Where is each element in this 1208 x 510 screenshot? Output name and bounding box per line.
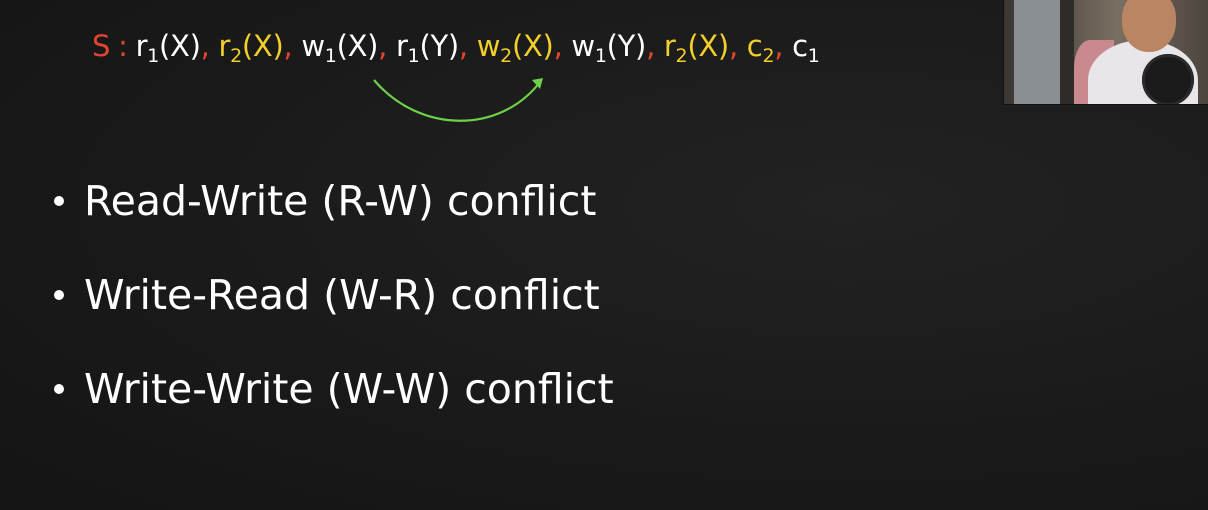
op-argument: (Y) (606, 29, 647, 63)
op-symbol: r (218, 29, 231, 63)
schedule-op-w2: w2(X) (476, 29, 554, 66)
op-symbol: w (571, 29, 595, 63)
list-item-text: Write-Write (W-W) conflict (84, 365, 614, 413)
schedule-separator: , (774, 29, 784, 63)
arrow-head (532, 78, 543, 89)
bullet-dot-icon (54, 196, 64, 206)
webcam-background-shelf (1014, 0, 1060, 104)
op-argument: (X) (159, 29, 201, 63)
webcam-overlay (1003, 0, 1208, 105)
schedule-op-r1: r1(X) (135, 29, 201, 66)
op-argument: (Y) (419, 29, 459, 63)
op-symbol: c (746, 29, 763, 63)
schedule-separator: , (646, 29, 655, 63)
bullet-dot-icon (54, 290, 64, 300)
list-item-text: Write-Read (W-R) conflict (84, 271, 600, 319)
op-argument: (X) (511, 29, 554, 63)
schedule-op-c2: c2 (746, 29, 775, 66)
op-symbol: r (396, 29, 408, 63)
schedule-op-r2: r2(X) (663, 29, 729, 66)
conflict-list: Read-Write (R-W) conflict Write-Read (W-… (52, 170, 614, 452)
op-symbol: w (301, 29, 325, 63)
schedule-op-r1: r1(Y) (396, 29, 459, 66)
schedule-separator: , (728, 29, 738, 63)
op-symbol: r (663, 29, 676, 63)
schedule-colon: : (118, 29, 128, 63)
op-subscript: 2 (230, 45, 242, 67)
list-item: Read-Write (R-W) conflict (52, 170, 614, 264)
schedule-separator: , (553, 29, 563, 63)
op-subscript: 1 (324, 45, 337, 67)
op-subscript: 1 (594, 45, 607, 67)
schedule-op-w1: w1(Y) (571, 29, 647, 66)
schedule-operations: r1(X), r2(X), w1(X), r1(Y), w2(X), w1(Y)… (135, 29, 820, 66)
curved-arrow-icon (373, 78, 543, 122)
slide: S: r1(X), r2(X), w1(X), r1(Y), w2(X), w1(… (0, 0, 1208, 510)
schedule-separator: , (378, 29, 388, 63)
op-argument: (X) (336, 29, 379, 63)
schedule-separator: , (200, 29, 210, 63)
schedule-expression: S: r1(X), r2(X), w1(X), r1(Y), w2(X), w1(… (92, 26, 820, 66)
schedule-op-r2: r2(X) (218, 29, 284, 66)
op-argument: (X) (241, 29, 284, 63)
list-item-text: Read-Write (R-W) conflict (84, 177, 597, 225)
op-subscript: 1 (807, 45, 820, 67)
op-subscript: 2 (500, 45, 512, 67)
op-subscript: 2 (762, 45, 775, 67)
schedule-separator: , (283, 29, 293, 63)
schedule-op-c1: c1 (792, 29, 820, 66)
webcam-background-door (1060, 0, 1074, 104)
op-argument: (X) (687, 29, 729, 63)
op-symbol: r (135, 29, 148, 63)
schedule-separator: , (458, 29, 468, 63)
arrow-path (373, 79, 541, 122)
list-item: Write-Read (W-R) conflict (52, 264, 614, 358)
op-symbol: c (792, 29, 808, 63)
schedule-label: S (92, 29, 111, 63)
op-subscript: 1 (147, 45, 160, 67)
op-subscript: 1 (407, 45, 420, 67)
bullet-dot-icon (54, 384, 64, 394)
schedule-op-w1: w1(X) (301, 29, 379, 66)
microphone-icon (1142, 54, 1194, 104)
op-symbol: w (476, 29, 501, 63)
list-item: Write-Write (W-W) conflict (52, 358, 614, 452)
op-subscript: 2 (675, 45, 688, 67)
